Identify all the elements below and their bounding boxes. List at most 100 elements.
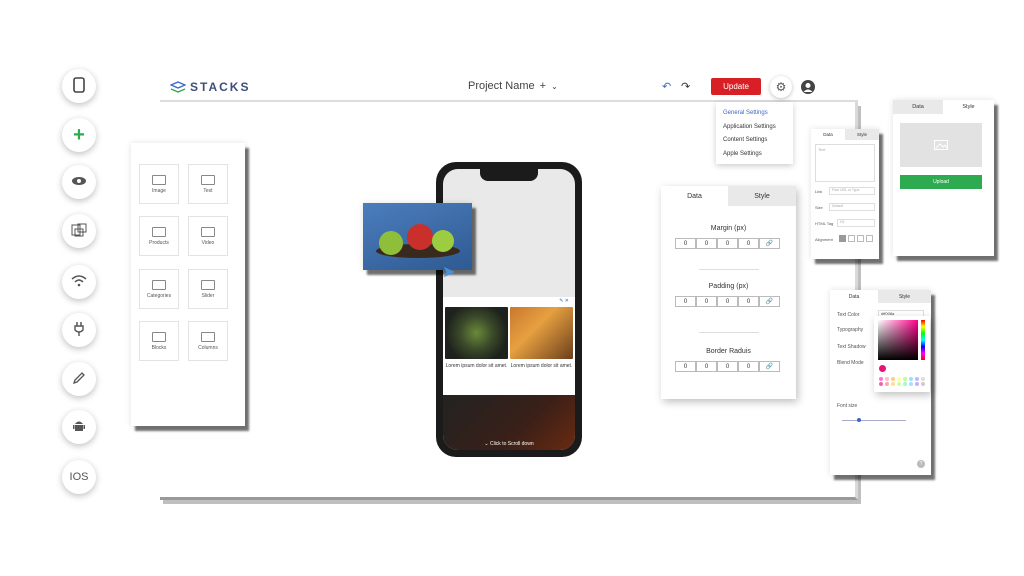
integrations-button[interactable] <box>62 313 96 347</box>
align-justify-icon[interactable] <box>866 235 873 242</box>
text-shadow-label: Text Shadow <box>837 344 866 350</box>
link-icon[interactable]: 🔗 <box>759 296 780 307</box>
products-block[interactable]: ✎ ✕ Lorem ipsum dolor sit amet. Lorem ip… <box>443 297 575 395</box>
add-button[interactable]: + <box>62 118 96 152</box>
padding-top-input[interactable]: 0 <box>675 296 696 307</box>
widget-image[interactable]: Image <box>139 164 179 204</box>
image-placeholder <box>900 123 982 167</box>
tab-data[interactable]: Data <box>893 100 943 114</box>
tab-style[interactable]: Style <box>878 290 931 303</box>
logo[interactable]: STACKS <box>170 80 250 94</box>
help-icon[interactable]: ? <box>917 460 925 468</box>
margin-right-input[interactable]: 0 <box>696 238 717 249</box>
widget-text[interactable]: Text <box>188 164 228 204</box>
blocks-icon <box>152 331 166 342</box>
size-select[interactable]: Default <box>829 203 875 211</box>
link-icon[interactable]: 🔗 <box>759 238 780 249</box>
tab-data[interactable]: Data <box>830 290 878 303</box>
color-preview <box>879 365 886 372</box>
margin-top-input[interactable]: 0 <box>675 238 696 249</box>
margin-bottom-input[interactable]: 0 <box>717 238 738 249</box>
update-button[interactable]: Update <box>711 78 761 95</box>
alignment-buttons <box>839 235 873 242</box>
color-picker[interactable] <box>874 316 930 392</box>
image-icon <box>934 140 948 150</box>
padding-right-input[interactable]: 0 <box>696 296 717 307</box>
margin-left-input[interactable]: 0 <box>738 238 759 249</box>
plus-icon: + <box>73 123 85 146</box>
stacks-logo-icon <box>170 81 186 93</box>
pencil-icon <box>72 371 86 388</box>
widgets-panel: Image Text Products Video Categories Sli… <box>131 143 245 426</box>
widget-categories[interactable]: Categories <box>139 269 179 309</box>
dragged-image[interactable] <box>363 203 472 270</box>
font-size-slider-handle[interactable] <box>857 418 861 422</box>
block-edit-icon[interactable]: ✎ ✕ <box>559 298 569 304</box>
radius-tr-input[interactable]: 0 <box>696 361 717 372</box>
ios-label: IOS <box>69 471 89 483</box>
connectivity-button[interactable] <box>62 265 96 299</box>
menu-item-general-settings[interactable]: General Settings <box>723 107 786 121</box>
align-right-icon[interactable] <box>857 235 864 242</box>
add-project-icon[interactable]: + <box>540 80 546 92</box>
android-button[interactable] <box>62 410 96 444</box>
preview-button[interactable] <box>62 165 96 199</box>
border-radius-inputs: 0 0 0 0 🔗 <box>675 361 780 372</box>
widget-blocks[interactable]: Blocks <box>139 321 179 361</box>
divider <box>699 332 759 333</box>
card-caption-1: Lorem ipsum dolor sit amet. <box>445 363 508 369</box>
device-preview-button[interactable] <box>62 69 96 103</box>
font-size-slider[interactable] <box>842 420 906 421</box>
android-icon <box>72 419 86 436</box>
text-input[interactable]: Text <box>815 144 875 182</box>
menu-item-content-settings[interactable]: Content Settings <box>723 134 786 148</box>
text-settings-panel: Data Style Text Link Past URL or Type Si… <box>811 129 879 259</box>
gear-icon[interactable]: ⚙ <box>770 76 792 98</box>
size-label: Size <box>815 205 823 210</box>
tab-style[interactable]: Style <box>943 100 994 114</box>
widget-products[interactable]: Products <box>139 216 179 256</box>
undo-icon[interactable]: ↶ <box>662 80 671 93</box>
padding-bottom-input[interactable]: 0 <box>717 296 738 307</box>
project-name-dropdown[interactable]: Project Name + ⌄ <box>468 80 558 92</box>
widget-video[interactable]: Video <box>188 216 228 256</box>
margin-inputs: 0 0 0 0 🔗 <box>675 238 780 249</box>
tab-style[interactable]: Style <box>728 186 796 206</box>
card-caption-2: Lorem ipsum dolor sit amet. <box>510 363 573 369</box>
upload-button[interactable]: Upload <box>900 175 982 189</box>
padding-left-input[interactable]: 0 <box>738 296 759 307</box>
tab-data[interactable]: Data <box>661 186 728 206</box>
menu-item-apple-settings[interactable]: Apple Settings <box>723 148 786 162</box>
blend-mode-label: Blend Mode <box>837 360 864 366</box>
radius-bl-input[interactable]: 0 <box>738 361 759 372</box>
video-icon <box>201 226 215 237</box>
radius-tl-input[interactable]: 0 <box>675 361 696 372</box>
hue-slider[interactable] <box>921 320 925 360</box>
widget-columns[interactable]: Columns <box>188 321 228 361</box>
scroll-hint[interactable]: ⌄ Click to Scroll down <box>443 441 575 447</box>
align-left-icon[interactable] <box>839 235 846 242</box>
link-icon[interactable]: 🔗 <box>759 361 780 372</box>
widget-slider[interactable]: Slider <box>188 269 228 309</box>
color-swatches[interactable] <box>879 377 926 386</box>
color-saturation-area[interactable] <box>878 320 918 360</box>
redo-icon[interactable]: ↷ <box>681 80 690 93</box>
ios-button[interactable]: IOS <box>62 460 96 494</box>
edit-button[interactable] <box>62 362 96 396</box>
salad-image <box>445 307 508 359</box>
user-avatar-icon[interactable] <box>801 80 815 94</box>
devices-button[interactable] <box>62 214 96 248</box>
alignment-label: Alignment <box>815 237 833 242</box>
style-panel: Data Style Margin (px) 0 0 0 0 🔗 Padding… <box>661 186 796 399</box>
radius-br-input[interactable]: 0 <box>717 361 738 372</box>
padding-inputs: 0 0 0 0 🔗 <box>675 296 780 307</box>
wifi-icon <box>71 274 87 290</box>
columns-icon <box>201 331 215 342</box>
plug-icon <box>73 321 85 340</box>
tab-data[interactable]: Data <box>811 129 845 140</box>
tab-style[interactable]: Style <box>845 129 879 140</box>
link-input[interactable]: Past URL or Type <box>829 187 875 195</box>
menu-item-application-settings[interactable]: Application Settings <box>723 121 786 135</box>
align-center-icon[interactable] <box>848 235 855 242</box>
html-tag-select[interactable]: H2 <box>837 219 875 227</box>
